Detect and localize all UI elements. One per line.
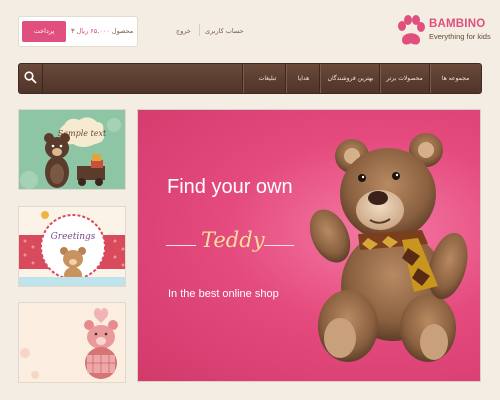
hero-banner[interactable]: Find your own Teddy In the best online s… <box>137 109 481 382</box>
logo-title[interactable]: BAMBINO <box>429 18 485 30</box>
paw-logo-icon[interactable] <box>396 14 426 48</box>
hero-highlight-word: Teddy <box>201 228 265 252</box>
logout-link[interactable]: خروج <box>176 27 191 35</box>
greetings-card-illustration: Greetings <box>19 207 125 286</box>
promo-thumb-sample[interactable]: Sample text <box>18 109 126 190</box>
nav-item-gifts[interactable]: هدایا <box>285 64 321 93</box>
bear-truck-illustration: Sample text <box>19 110 125 189</box>
search-icon <box>24 71 37 84</box>
cart-summary: ۳ محصول ۶۵,۰۰۰ ریال <box>71 27 133 35</box>
hero-headline: Find your own <box>167 176 293 198</box>
greetings-text-label: Greetings <box>51 232 96 242</box>
promo-thumb-greetings[interactable]: Greetings <box>18 206 126 287</box>
pay-button[interactable]: پرداخت <box>22 21 66 42</box>
nav-item-top-products[interactable]: محصولات برتر <box>379 64 429 93</box>
cart-box[interactable]: پرداخت ۳ محصول ۶۵,۰۰۰ ریال <box>18 16 138 47</box>
promo-thumb-bear[interactable] <box>18 302 126 383</box>
teddy-bear-image <box>309 133 468 362</box>
link-divider <box>199 24 200 36</box>
logo-tagline: Everything for kids <box>429 32 491 41</box>
account-link[interactable]: حساب کاربری <box>205 27 244 35</box>
pink-bear-illustration <box>19 303 125 382</box>
main-navbar: تبلیغات هدایا بهترین فروشندگان محصولات ب… <box>18 63 482 94</box>
nav-item-bestsellers[interactable]: بهترین فروشندگان <box>319 64 381 93</box>
cart-total: ۶۵,۰۰۰ ریال <box>76 27 110 35</box>
nav-item-collections[interactable]: مجموعه ها <box>429 64 481 93</box>
search-button[interactable] <box>19 64 43 93</box>
hero-divider-left <box>166 245 196 246</box>
hero-subline: In the best online shop <box>168 288 279 300</box>
hero-divider-right <box>264 245 294 246</box>
